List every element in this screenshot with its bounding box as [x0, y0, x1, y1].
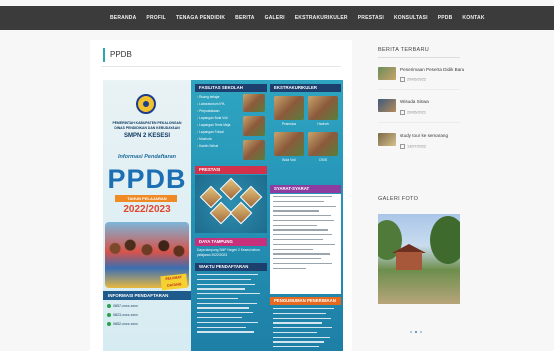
poster-contact: 0852-xxxx-xxxx — [107, 322, 138, 326]
nav-item-berita[interactable]: BERITA — [235, 15, 254, 21]
poster-welcome-badge: SELAMAT DATANG — [160, 273, 188, 291]
list-item: Kantin Sehat — [197, 143, 237, 150]
poster-info-text: Informasi Pendaftaran — [117, 154, 177, 160]
page-title: PPDB — [103, 48, 132, 62]
prestasi-collage — [195, 175, 267, 233]
ekstra-photo — [308, 132, 338, 156]
poster-tahun-text: TAHUN PELAJARAN — [127, 196, 167, 201]
gallery-tree — [430, 216, 460, 264]
carousel-dot[interactable] — [410, 331, 412, 333]
news-title-link[interactable]: Penerimaan Peserta Didik Baru — [400, 67, 464, 72]
carousel-dot-active[interactable] — [415, 331, 417, 333]
waktu-text — [197, 274, 265, 336]
carousel-dot[interactable] — [420, 331, 422, 333]
top-navbar: BERANDA PROFIL TENAGA PENDIDIK BERITA GA… — [0, 6, 554, 30]
poster-daya-header: DAYA TAMPUNG — [195, 238, 267, 246]
sidebar-divider — [378, 57, 460, 58]
nav-menu: BERANDA PROFIL TENAGA PENDIDIK BERITA GA… — [110, 6, 485, 30]
nav-item-profil[interactable]: PROFIL — [146, 15, 166, 21]
gallery-building — [396, 252, 422, 270]
ekstra-photo — [308, 96, 338, 120]
list-item: Lapangan Futsal — [197, 129, 237, 136]
facility-photo — [243, 116, 265, 136]
title-divider — [101, 66, 341, 67]
nav-item-kontak[interactable]: KONTAK — [462, 15, 484, 21]
list-item: Perpustakaan — [197, 108, 237, 115]
news-title-link[interactable]: study tour ke semarang — [400, 133, 448, 138]
nav-item-prestasi[interactable]: PRESTASI — [358, 15, 384, 21]
poster-dinas-text: DINAS PENDIDIKAN DAN KEBUDAYAAN — [114, 126, 180, 130]
news-date-text: 20/06/2022 — [407, 77, 427, 82]
list-item: Lapangan Bola Voli — [197, 115, 237, 122]
poster-ekstra-header: EKSTRAKURIKULER — [270, 84, 341, 92]
list-item: Lapangan Tenis Meja — [197, 122, 237, 129]
news-date: 13/07/2022 — [400, 144, 426, 149]
poster-waktu-header: WAKTU PENDAFTARAN — [195, 263, 267, 271]
ekstra-label: OSIS — [318, 158, 328, 162]
news-thumbnail[interactable] — [378, 99, 396, 112]
ekstra-label: Hadroh — [317, 122, 329, 126]
poster-fasilitas-header: FASILITAS SEKOLAH — [195, 84, 267, 92]
poster-syarat-header: SYARAT-SYARAT PENDAFTARAN — [270, 185, 341, 199]
nav-item-galeri[interactable]: GALERI — [265, 15, 285, 21]
nav-item-konsultasi[interactable]: KONSULTASI — [394, 15, 428, 21]
poster-daya-text: Daya tampung SMP Negeri 2 Kesesi tahun p… — [197, 248, 260, 257]
calendar-icon — [400, 77, 405, 82]
news-date-text: 20/06/2021 — [407, 110, 427, 115]
nav-item-ekstrakurikuler[interactable]: EKSTRAKURIKULER — [295, 15, 348, 21]
poster-ppdb-heading: PPDB — [107, 164, 187, 194]
news-divider — [378, 122, 460, 123]
gallery-carousel-dots — [410, 331, 422, 333]
list-item: Mushola — [197, 136, 237, 143]
poster-contact: 0823-xxxx-xxxx — [107, 313, 138, 317]
gallery-slide-image[interactable] — [378, 214, 460, 304]
list-item: Ruang belajar — [197, 94, 237, 101]
ekstra-photo — [274, 132, 304, 156]
calendar-icon — [400, 110, 405, 115]
facility-photo — [243, 94, 265, 112]
news-date-text: 13/07/2022 — [407, 144, 427, 149]
poster-school-name: SMPN 2 KESESI — [123, 133, 170, 139]
syarat-text — [273, 196, 339, 273]
nav-item-tenaga-pendidik[interactable]: TENAGA PENDIDIK — [176, 15, 225, 21]
ekstra-photo — [274, 96, 304, 120]
gallery-heading: GALERI FOTO — [378, 196, 419, 202]
school-crest-icon — [136, 94, 156, 114]
recent-news-heading: BERITA TERBARU — [378, 47, 430, 53]
news-date: 20/06/2021 — [400, 110, 426, 115]
nav-item-beranda[interactable]: BERANDA — [110, 15, 136, 21]
poster-fasilitas-list: Ruang belajar Laboratorium IPA Perpustak… — [197, 94, 237, 150]
ekstra-label: Bola Voli — [282, 158, 296, 162]
news-date: 20/06/2022 — [400, 77, 426, 82]
poster-year: 2022/2023 — [123, 204, 171, 215]
pengumuman-text — [273, 308, 339, 351]
news-thumbnail[interactable] — [378, 133, 396, 146]
poster-gov-text: PEMERINTAH KABUPATEN PEKALONGAN — [112, 121, 182, 125]
poster-info-header: INFORMASI PENDAFTARAN — [103, 291, 191, 300]
poster-prestasi-header: PRESTASI — [195, 166, 267, 174]
calendar-icon — [400, 144, 405, 149]
ekstra-label: Pramuka — [281, 122, 296, 126]
page: BERANDA PROFIL TENAGA PENDIDIK BERITA GA… — [0, 0, 554, 351]
nav-item-ppdb[interactable]: PPDB — [438, 15, 453, 21]
list-item: Laboratorium IPA — [197, 101, 237, 108]
news-divider — [378, 89, 460, 90]
facility-photo — [243, 140, 265, 160]
ppdb-poster[interactable]: PEMERINTAH KABUPATEN PEKALONGAN DINAS PE… — [103, 80, 343, 351]
news-title-link[interactable]: Wisuda Siswa — [400, 99, 429, 104]
poster-pengumuman-header: PENGUMUMAN PENERIMAAN — [270, 297, 341, 305]
poster-contact: 0857-xxxx-xxxx — [107, 304, 138, 308]
news-thumbnail[interactable] — [378, 67, 396, 80]
